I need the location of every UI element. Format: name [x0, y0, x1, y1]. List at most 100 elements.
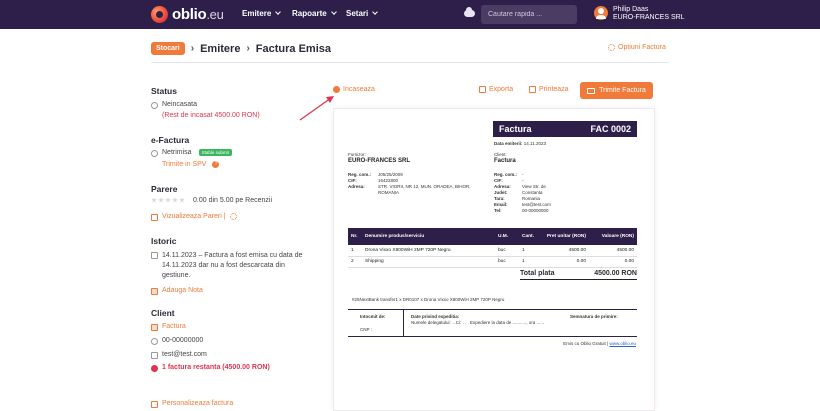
page-title: Factura Emisa [255, 42, 331, 55]
send-spv-link[interactable]: Trimite in SPV? [162, 161, 220, 168]
cnp-label: CNP : [360, 327, 372, 332]
client-icon [151, 324, 158, 331]
col-nr: Nr. [348, 228, 362, 245]
star-icon [172, 197, 178, 203]
invoice-preview: Factura FAC 0002 Data emiterii: 14.11.20… [333, 108, 655, 411]
alert-icon [151, 365, 158, 372]
client-name-link[interactable]: Factura [151, 323, 186, 331]
phone-icon [151, 338, 158, 345]
invoice-total: Total plata 4500.00 RON [520, 270, 637, 280]
receiver-signature: Semnatura de primire: [570, 314, 618, 319]
star-icon [151, 197, 157, 203]
supplier-name: EURO-FRANCES SRL [348, 158, 411, 164]
help-icon[interactable]: ? [212, 161, 220, 168]
note-icon [151, 288, 158, 295]
brand-tld: .eu [206, 7, 224, 22]
send-invoice-button[interactable]: Trimite Factura [580, 82, 653, 99]
col-qty: Cant. [519, 228, 541, 245]
money-icon [333, 86, 340, 93]
client-heading: Client [151, 308, 175, 318]
supplier-details: Reg. com.: J05/25/2009 CIF: 16422800 Adres… [348, 172, 471, 195]
efactura-heading: e-Factura [151, 135, 190, 145]
document-icon [151, 252, 158, 259]
invoice-number: FAC 0002 [590, 124, 631, 134]
history-entry: 14.11.2023 – Factura a fost emisa cu dat… [151, 251, 311, 281]
oblio-logo-icon [151, 6, 168, 23]
search-input[interactable] [481, 5, 577, 24]
client-phone: 00-00000000 [151, 337, 203, 345]
outstanding-invoices-link[interactable]: 1 factura restanta (4500.00 RON) [151, 364, 270, 372]
brand-name: oblio [172, 6, 207, 23]
edit-icon [151, 401, 158, 408]
table-header-row: Nr. Denumire produs/serviciu U.M. Cant. … [348, 228, 637, 245]
efactura-status: Netrimisa [162, 149, 192, 156]
remaining-amount: (Rest de incasat 4500.00 RON) [162, 112, 260, 119]
reviews-score-row: 0.00 din 5.00 pe Recenzii [151, 197, 272, 204]
divider [403, 310, 404, 336]
oblio-logo[interactable]: oblio.eu [151, 5, 224, 24]
cloud-icon[interactable] [464, 7, 475, 17]
info-icon [151, 150, 158, 157]
chevron-down-icon [330, 9, 337, 15]
chevron-down-icon [372, 9, 379, 15]
user-menu[interactable]: Philip Daas EURO-FRANCES SRL [613, 6, 685, 22]
header-divider [151, 62, 669, 63]
print-button[interactable]: Printeaza [529, 86, 569, 93]
breadcrumb: Stocari › Emitere › Factura Emisa [151, 42, 331, 55]
history-heading: Istoric [151, 236, 177, 246]
invoice-header: Factura FAC 0002 [493, 121, 637, 137]
issue-date: Data emiterii: 14.11.2023 [494, 141, 546, 146]
customize-invoice-link[interactable]: Personalizeaza factura [151, 400, 233, 408]
nav-setari[interactable]: Setari [346, 9, 379, 18]
efactura-status-row: Netrimisa Stable submit [151, 149, 232, 157]
export-icon [479, 86, 486, 93]
invoice-options-link[interactable]: Optiuni Factura [608, 44, 666, 51]
star-icon [165, 197, 171, 203]
col-unit-price: Pret unitar (RON) [541, 228, 589, 245]
total-label: Total plata [520, 270, 555, 277]
add-note-link[interactable]: Adauga Nota [151, 287, 203, 295]
client-details: Reg. com.: - CIF: - Adresa: View Str. de Ju… [494, 172, 551, 213]
client-email: test@test.com [151, 351, 207, 359]
table-row: 1 Drona Vixxo X800WiH 2MP 720P Negru buc 1 4… [348, 245, 637, 257]
chevron-right-icon: › [246, 43, 250, 54]
table-row: 2 Shipping buc 1 0.00 0.00 [348, 256, 637, 268]
user-avatar[interactable] [594, 6, 608, 20]
user-company: EURO-FRANCES SRL [613, 14, 685, 21]
annotation-arrow [299, 96, 334, 121]
invoice-note: #25NextBank transfer1 x DR0107 x Drona V… [352, 297, 505, 302]
invoice-title: Factura [499, 124, 532, 134]
prepared-by: Intocmit de: [360, 314, 386, 319]
invoice-footer: Emis cu Oblio Gratuit | www.oblio.eu [563, 341, 636, 346]
breadcrumb-section[interactable]: Emitere [200, 43, 240, 55]
status-row: Neincasata [151, 101, 197, 109]
reviews-heading: Parere [151, 184, 178, 194]
status-heading: Status [151, 86, 177, 96]
invoice-client-name: Factura [494, 158, 516, 164]
comment-icon [151, 214, 158, 221]
top-navbar: oblio.eu Emitere Rapoarte Setari Philip … [0, 0, 820, 29]
email-icon [151, 352, 158, 359]
user-name: Philip Daas [613, 6, 649, 13]
nav-rapoarte[interactable]: Rapoarte [292, 9, 337, 18]
status-badge: Stable submit [198, 149, 232, 156]
signature-section: Intocmit de: CNP : Date privind expediti… [348, 309, 637, 337]
star-icon [179, 197, 185, 203]
star-rating [151, 197, 185, 203]
oblio-link[interactable]: www.oblio.eu [609, 341, 636, 346]
gear-icon[interactable] [229, 213, 237, 220]
reviews-score: 0.00 din 5.00 pe Recenzii [193, 197, 272, 204]
col-unit: U.M. [495, 228, 519, 245]
view-reviews-link[interactable]: Vizualizeaza Pareri | [151, 213, 237, 221]
collect-button[interactable]: Incaseaza [333, 86, 375, 93]
back-button[interactable]: Stocari [151, 42, 185, 55]
printer-icon [529, 86, 536, 93]
export-button[interactable]: Exporta [479, 86, 513, 93]
nav-emitere[interactable]: Emitere [242, 9, 282, 18]
col-value: Valoare (RON) [589, 228, 637, 245]
shipping-text: Numele delegatului: ...Ci: . . . Expedie… [411, 320, 545, 325]
total-value: 4500.00 RON [594, 270, 637, 277]
info-icon [151, 102, 158, 109]
gear-icon [608, 44, 615, 51]
chevron-down-icon [275, 9, 282, 15]
